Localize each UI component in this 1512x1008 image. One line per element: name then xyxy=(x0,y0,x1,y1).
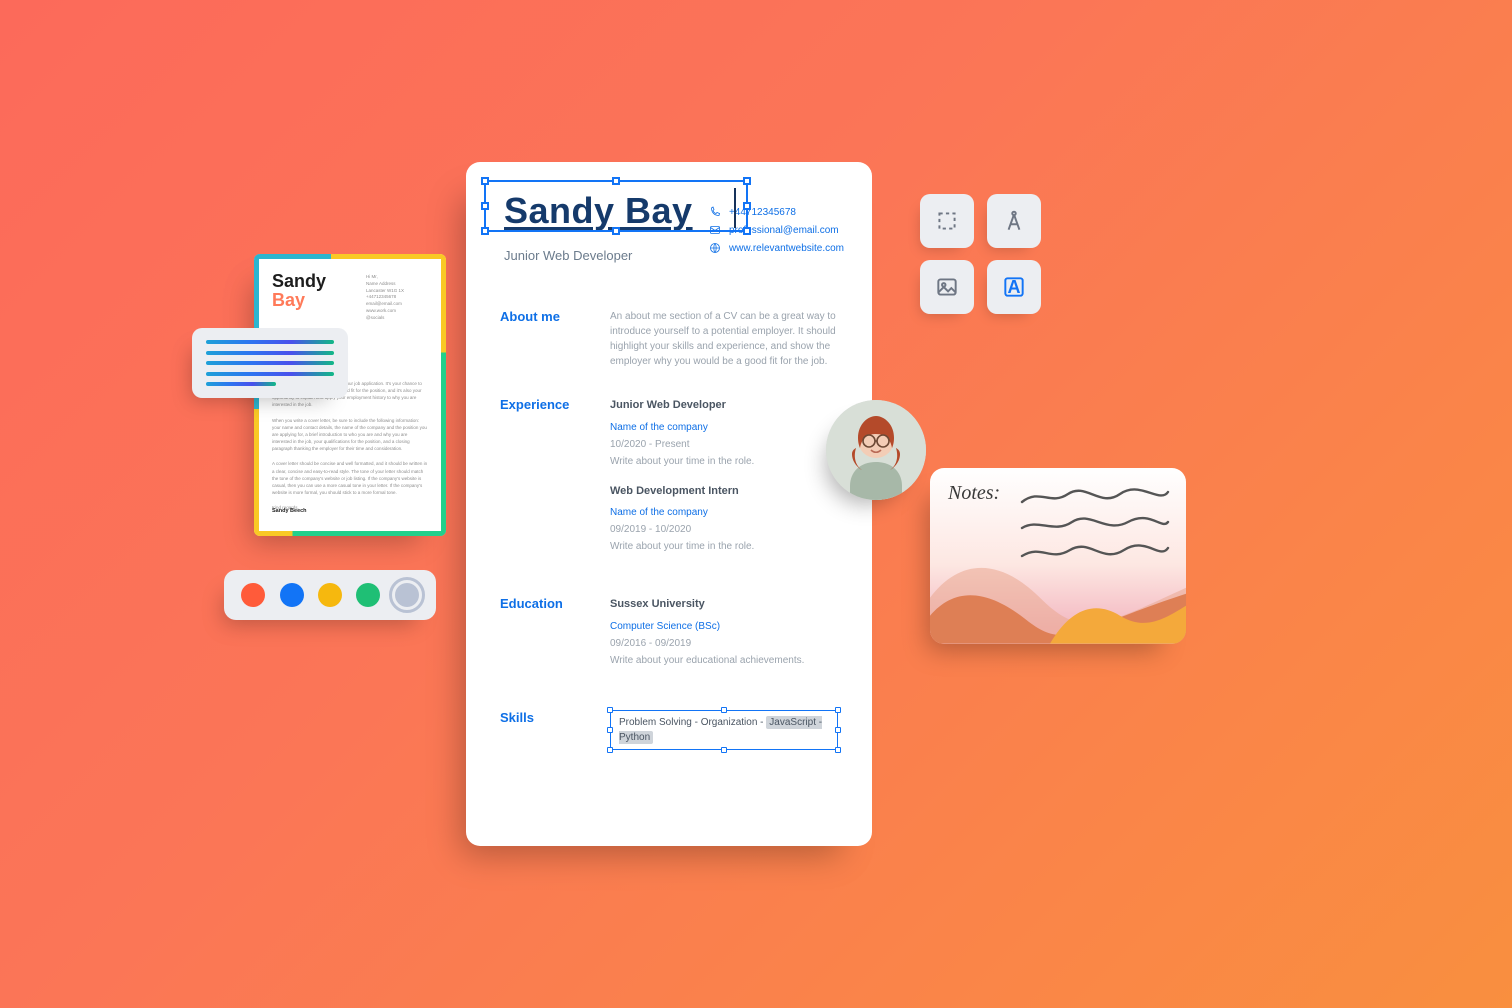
cover-meta: Hi Mr, Name Address Lancaster W1G 1X +44… xyxy=(366,274,430,321)
job-company: Name of the company xyxy=(610,505,838,520)
education-body: Sussex University Computer Science (BSc)… xyxy=(610,596,838,682)
text-selection-box[interactable] xyxy=(484,180,748,232)
job-desc: Write about your time in the role. xyxy=(610,454,838,469)
notes-card[interactable]: Notes: xyxy=(930,468,1186,644)
color-swatch-selected[interactable] xyxy=(395,583,419,607)
skills-text-plain: Problem Solving - Organization - xyxy=(619,717,766,728)
color-palette xyxy=(224,570,436,620)
about-body: An about me section of a CV can be a gre… xyxy=(610,309,838,369)
notes-label: Notes: xyxy=(948,482,1000,505)
job-dates: 09/2019 - 10/2020 xyxy=(610,522,838,537)
tool-text[interactable]: A xyxy=(987,260,1041,314)
section-label-about: About me xyxy=(500,309,590,369)
cover-para: A cover letter should be concise and wel… xyxy=(272,460,428,496)
globe-icon xyxy=(709,242,721,254)
color-swatch-green[interactable] xyxy=(356,583,380,607)
section-label-experience: Experience xyxy=(500,397,590,568)
avatar[interactable] xyxy=(826,400,926,500)
cover-body: A cover letter is an important part of y… xyxy=(272,380,428,512)
text-line-icon xyxy=(206,340,334,344)
notes-illustration xyxy=(930,538,1186,644)
editor-toolbar: A xyxy=(920,194,1042,314)
tool-bounding-box[interactable] xyxy=(920,194,974,248)
text-line-icon xyxy=(206,351,334,355)
job-company: Name of the company xyxy=(610,420,838,435)
paragraph-widget[interactable] xyxy=(192,328,348,398)
tool-compass[interactable] xyxy=(987,194,1041,248)
job-dates: 10/2020 - Present xyxy=(610,437,838,452)
job-desc: Write about your time in the role. xyxy=(610,539,838,554)
section-label-skills: Skills xyxy=(500,710,590,750)
resume-card: Sandy Bay Junior Web Developer +44712345… xyxy=(466,162,872,846)
contact-website: www.relevantwebsite.com xyxy=(729,243,844,254)
tool-image[interactable] xyxy=(920,260,974,314)
section-label-education: Education xyxy=(500,596,590,682)
color-swatch-red[interactable] xyxy=(241,583,265,607)
edu-dates: 09/2016 - 09/2019 xyxy=(610,636,838,651)
experience-body: Junior Web Developer Name of the company… xyxy=(610,397,838,568)
edu-title: Sussex University xyxy=(610,596,838,613)
color-swatch-yellow[interactable] xyxy=(318,583,342,607)
cover-signature: Sandy Beech xyxy=(272,508,307,514)
edu-program: Computer Science (BSc) xyxy=(610,619,838,634)
job-title: Web Development Intern xyxy=(610,483,838,500)
skills-selection[interactable]: Problem Solving - Organization - JavaScr… xyxy=(610,710,838,750)
cover-para: When you write a cover letter, be sure t… xyxy=(272,417,428,453)
text-line-icon xyxy=(206,382,276,386)
color-swatch-blue[interactable] xyxy=(280,583,304,607)
text-cursor xyxy=(734,188,736,228)
job-title: Junior Web Developer xyxy=(610,397,838,414)
edu-desc: Write about your educational achievement… xyxy=(610,653,838,668)
text-line-icon xyxy=(206,361,334,365)
text-line-icon xyxy=(206,372,334,376)
